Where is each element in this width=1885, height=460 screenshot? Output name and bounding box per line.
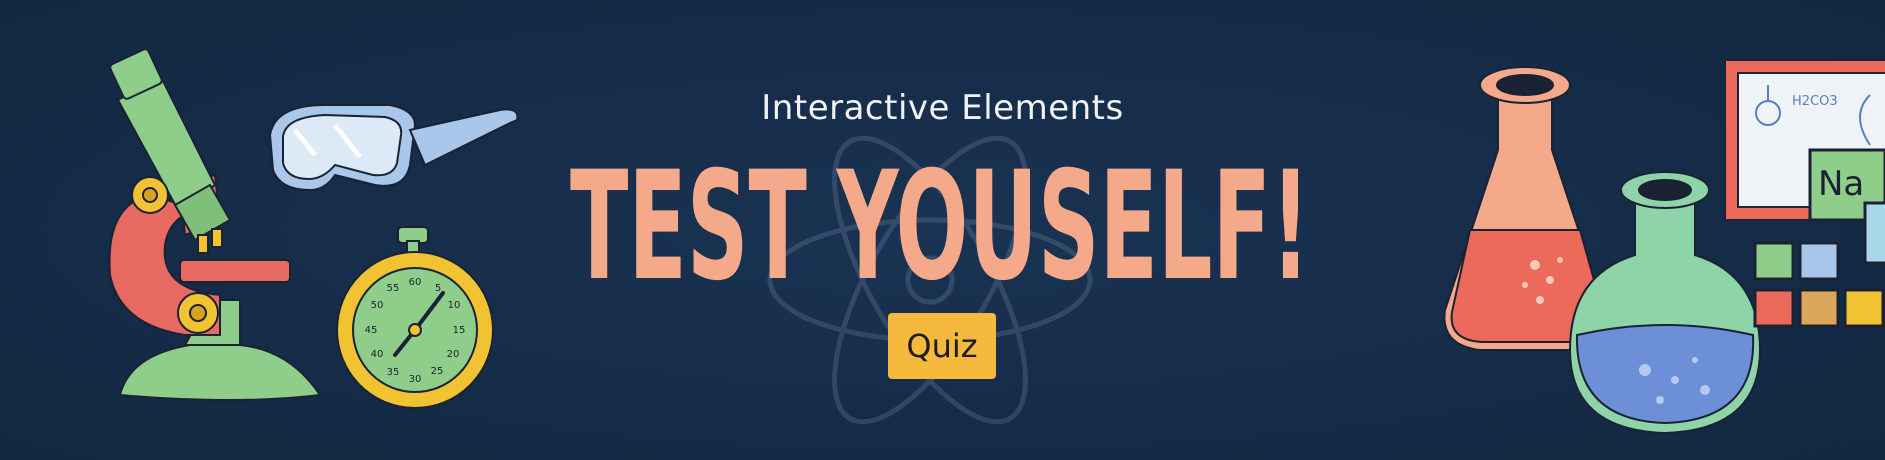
dial-number-40: 40 bbox=[371, 349, 384, 360]
safety-goggles-icon bbox=[268, 104, 519, 192]
dial-number-5: 5 bbox=[435, 283, 441, 294]
dial-number-25: 25 bbox=[431, 366, 444, 377]
element-symbol: Na bbox=[1818, 164, 1864, 204]
dial-number-55: 55 bbox=[387, 283, 400, 294]
dial-number-10: 10 bbox=[448, 300, 461, 311]
dial-number-50: 50 bbox=[371, 300, 384, 311]
dial-number-30: 30 bbox=[409, 374, 422, 385]
stopwatch-icon: 60 5 10 15 20 25 30 35 40 45 50 55 bbox=[336, 226, 494, 409]
quiz-button[interactable]: Quiz bbox=[888, 313, 996, 379]
dial-number-35: 35 bbox=[387, 367, 400, 378]
dial-number-20: 20 bbox=[447, 349, 460, 360]
page-title-text: TEST YOUSELF! bbox=[570, 150, 1310, 300]
dial-number-60: 60 bbox=[409, 277, 422, 288]
page-title: TEST YOUSELF! bbox=[570, 150, 1310, 300]
chalkboard-formula: H2CO3 bbox=[1792, 94, 1838, 109]
dial-number-45: 45 bbox=[365, 325, 378, 336]
dial-number-15: 15 bbox=[453, 325, 466, 336]
periodic-table-icon: Na bbox=[1753, 148, 1885, 328]
